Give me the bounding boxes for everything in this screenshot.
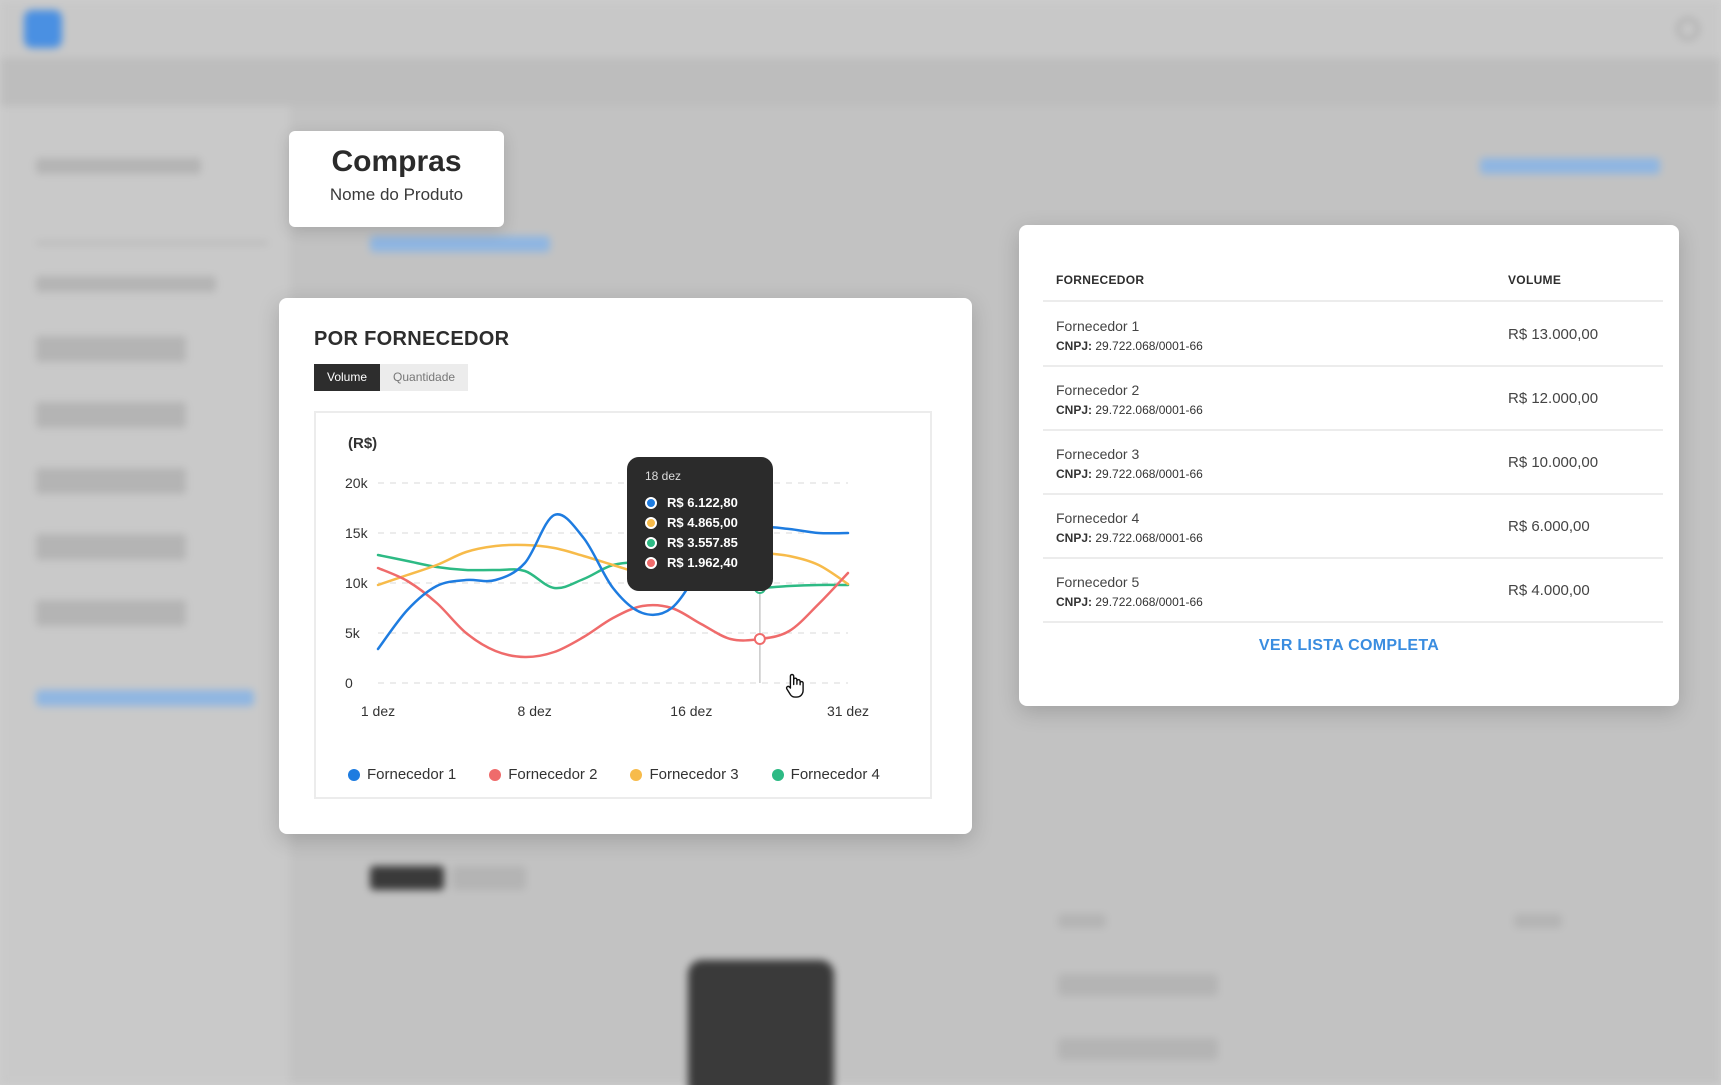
supplier-volume: R$ 6.000,00: [1508, 518, 1590, 535]
y-tick-label: 20k: [345, 475, 369, 491]
cnpj-label: CNPJ:: [1056, 403, 1093, 417]
tooltip-swatch: [645, 496, 657, 509]
page-title: Compras: [331, 145, 462, 178]
table-row[interactable]: Fornecedor 4 CNPJ: 29.722.068/0001-66 R$…: [1043, 494, 1663, 558]
line-chart: 0 5k 10k 15k 20k 1 dez 8 dez 16 dez 31 dez: [345, 475, 869, 719]
table-row[interactable]: Fornecedor 1 CNPJ: 29.722.068/0001-66 R$…: [1043, 302, 1663, 366]
cnpj-label: CNPJ:: [1056, 595, 1093, 609]
supplier-cnpj: CNPJ: 29.722.068/0001-66: [1056, 467, 1203, 481]
see-full-list-link[interactable]: VER LISTA COMPLETA: [1019, 637, 1679, 655]
y-tick-label: 0: [345, 675, 353, 691]
supplier-name: Fornecedor 4: [1056, 510, 1140, 526]
hand-cursor-icon: [785, 673, 804, 698]
y-tick-label: 10k: [345, 575, 369, 591]
chart-card-heading: POR FORNECEDOR: [314, 328, 510, 350]
tooltip-value: R$ 4.865,00: [667, 515, 738, 530]
x-tick-label: 16 dez: [670, 703, 712, 719]
legend-swatch: [348, 768, 360, 781]
tooltip-value: R$ 1.962,40: [667, 555, 738, 570]
tab-quantidade[interactable]: Quantidade: [380, 364, 469, 391]
supplier-name: Fornecedor 2: [1056, 382, 1140, 398]
series-line: [376, 513, 850, 651]
tooltip-date: 18 dez: [645, 469, 682, 483]
x-tick-label: 1 dez: [361, 703, 395, 719]
legend-label: Fornecedor 2: [508, 766, 598, 783]
chart-area: (R$) 0 5k 10k 15k 20k 1 dez 8 dez 16 dez 31 dez …: [314, 411, 932, 799]
supplier-volume: R$ 4.000,00: [1508, 582, 1590, 599]
user-avatar-icon: [1677, 18, 1699, 40]
legend-item[interactable]: Fornecedor 1: [348, 766, 456, 783]
cnpj-label: CNPJ:: [1056, 339, 1093, 353]
chart-tooltip: 18 dez R$ 6.122,80 R$ 4.865,00 R$ 3.557.…: [627, 457, 773, 591]
product-name: Nome do Produto: [329, 185, 464, 204]
cnpj-value: 29.722.068/0001-66: [1095, 595, 1203, 609]
supplier-name: Fornecedor 5: [1056, 574, 1140, 590]
tab-volume[interactable]: Volume: [314, 364, 381, 391]
top-bar: [0, 0, 1721, 58]
hover-point: [753, 633, 766, 645]
sub-navigation: [0, 58, 1721, 106]
supplier-table-card: FORNECEDOR VOLUME Fornecedor 1 CNPJ: 29.…: [1019, 225, 1679, 706]
x-tick-label: 31 dez: [827, 703, 869, 719]
y-tick-label: 5k: [345, 625, 361, 641]
supplier-cnpj: CNPJ: 29.722.068/0001-66: [1056, 339, 1203, 353]
cnpj-value: 29.722.068/0001-66: [1095, 531, 1203, 545]
tooltip-swatch: [645, 536, 657, 549]
tooltip-value: R$ 3.557.85: [667, 535, 738, 550]
page-title-card: Compras Nome do Produto: [289, 131, 504, 227]
legend-swatch: [489, 768, 502, 781]
legend-label: Fornecedor 3: [649, 766, 739, 783]
series-line: [376, 543, 850, 587]
divider: [1043, 621, 1663, 623]
supplier-volume: R$ 12.000,00: [1508, 390, 1599, 407]
cnpj-value: 29.722.068/0001-66: [1095, 403, 1203, 417]
tooltip-swatch: [645, 556, 657, 569]
supplier-chart-card: POR FORNECEDOR Volume Quantidade (R$) 05…: [279, 298, 972, 834]
column-header-volume: VOLUME: [1508, 273, 1562, 287]
supplier-cnpj: CNPJ: 29.722.068/0001-66: [1056, 403, 1203, 417]
tooltip-entry: R$ 6.122,80: [645, 495, 738, 510]
x-tick-label: 8 dez: [518, 703, 552, 719]
supplier-name: Fornecedor 3: [1056, 446, 1140, 462]
tooltip-entry: R$ 1.962,40: [645, 555, 738, 570]
legend-label: Fornecedor 4: [790, 766, 880, 783]
cnpj-label: CNPJ:: [1056, 467, 1093, 481]
tooltip-value: R$ 6.122,80: [667, 495, 738, 510]
app-logo: [24, 10, 62, 48]
table-row[interactable]: Fornecedor 2 CNPJ: 29.722.068/0001-66 R$…: [1043, 366, 1663, 430]
cnpj-value: 29.722.068/0001-66: [1095, 467, 1203, 481]
column-header-supplier: FORNECEDOR: [1056, 273, 1145, 287]
background-tooltip: [688, 960, 834, 1085]
supplier-cnpj: CNPJ: 29.722.068/0001-66: [1056, 531, 1203, 545]
cnpj-label: CNPJ:: [1056, 531, 1093, 545]
legend-swatch: [630, 768, 643, 781]
table-row[interactable]: Fornecedor 5 CNPJ: 29.722.068/0001-66 R$…: [1043, 558, 1663, 622]
supplier-name: Fornecedor 1: [1056, 318, 1140, 334]
tooltip-entry: R$ 4.865,00: [645, 515, 738, 530]
cnpj-value: 29.722.068/0001-66: [1095, 339, 1203, 353]
tooltip-entry: R$ 3.557.85: [645, 535, 738, 550]
legend-item[interactable]: Fornecedor 2: [489, 766, 597, 783]
supplier-volume: R$ 13.000,00: [1508, 326, 1599, 343]
table-row[interactable]: Fornecedor 3 CNPJ: 29.722.068/0001-66 R$…: [1043, 430, 1663, 494]
sidebar: [0, 106, 290, 1085]
y-tick-label: 15k: [345, 525, 369, 541]
metric-toggle: Volume Quantidade: [314, 364, 469, 391]
supplier-cnpj: CNPJ: 29.722.068/0001-66: [1056, 595, 1203, 609]
legend-item[interactable]: Fornecedor 3: [630, 766, 739, 783]
supplier-volume: R$ 10.000,00: [1508, 454, 1599, 471]
legend-item[interactable]: Fornecedor 4: [771, 766, 880, 783]
legend-swatch: [771, 768, 784, 781]
tooltip-swatch: [645, 516, 657, 529]
chart-legend: Fornecedor 1 Fornecedor 2 Fornecedor 3 Forn…: [348, 766, 880, 783]
legend-label: Fornecedor 1: [367, 766, 457, 783]
